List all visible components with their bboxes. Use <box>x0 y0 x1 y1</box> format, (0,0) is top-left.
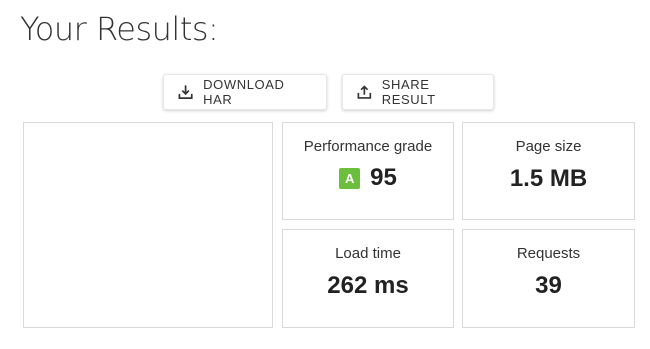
page-size-value: 1.5 MB <box>509 165 588 192</box>
requests-card: Requests 39 <box>462 229 635 328</box>
load-time-value: 262 ms <box>327 272 409 299</box>
load-time-card: Load time 262 ms <box>282 229 454 328</box>
performance-grade-row: A 95 <box>283 164 453 192</box>
performance-grade-label: Performance grade <box>303 138 433 155</box>
share-result-button[interactable]: SHARE RESULT <box>342 74 494 110</box>
download-har-button[interactable]: DOWNLOAD HAR <box>163 74 327 110</box>
share-result-label: SHARE RESULT <box>381 77 436 107</box>
grade-badge: A <box>339 167 361 189</box>
page-size-card: Page size 1.5 MB <box>462 122 635 220</box>
share-icon <box>357 85 372 99</box>
page-title: Your Results: <box>20 10 219 48</box>
download-icon <box>178 85 193 100</box>
download-har-label: DOWNLOAD HAR <box>203 77 285 107</box>
performance-grade-card: Performance grade A 95 <box>282 122 454 220</box>
page-screenshot-placeholder <box>23 122 273 328</box>
page-size-label: Page size <box>515 138 582 155</box>
load-time-label: Load time <box>335 245 401 262</box>
requests-label: Requests <box>516 245 581 262</box>
requests-value: 39 <box>535 272 562 299</box>
performance-grade-value: 95 <box>370 164 397 191</box>
